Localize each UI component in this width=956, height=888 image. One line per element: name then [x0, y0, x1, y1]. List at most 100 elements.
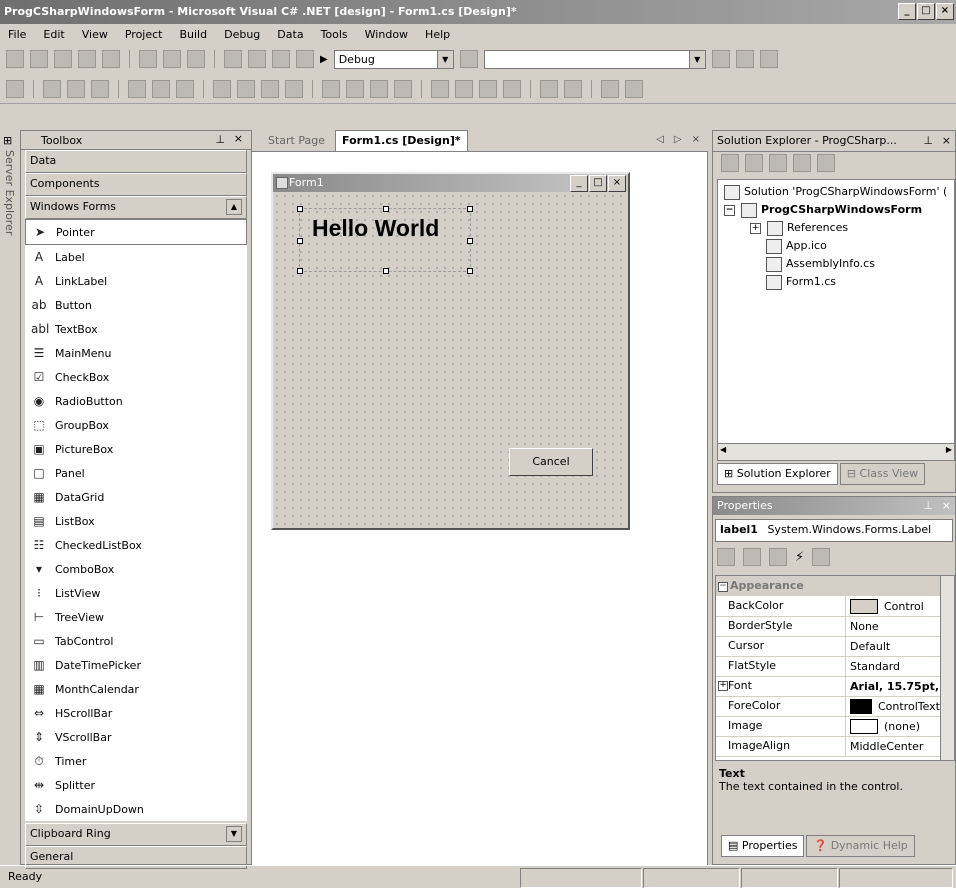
- vertical-scrollbar[interactable]: [940, 576, 954, 760]
- toolbox-item-checkbox[interactable]: ☑ CheckBox: [25, 365, 247, 389]
- find-combo[interactable]: ▼: [483, 49, 706, 69]
- resize-handle[interactable]: [297, 206, 303, 212]
- property-pages-icon[interactable]: [812, 548, 831, 566]
- scroll-up-icon[interactable]: ▲: [226, 199, 242, 215]
- toolbox-item-radiobutton[interactable]: ◉ RadioButton: [25, 389, 247, 413]
- menu-help[interactable]: Help: [425, 28, 450, 41]
- toolbox-tab-components[interactable]: Components: [25, 173, 247, 196]
- menu-window[interactable]: Window: [365, 28, 408, 41]
- align-tops-icon[interactable]: [128, 79, 146, 98]
- find-icon[interactable]: [459, 50, 478, 68]
- tree-item-references[interactable]: + References: [750, 220, 848, 236]
- align-rights-icon[interactable]: [91, 79, 109, 98]
- property-row-imagealign[interactable]: ImageAlign MiddleCenter: [716, 736, 940, 757]
- toolbox-item-groupbox[interactable]: ⬚ GroupBox: [25, 413, 247, 437]
- close-icon[interactable]: ×: [234, 132, 243, 145]
- property-value[interactable]: MiddleCenter: [846, 740, 940, 753]
- close-icon[interactable]: ×: [942, 497, 951, 515]
- resize-handle[interactable]: [383, 206, 389, 212]
- tab-dynamic-help[interactable]: ❓ Dynamic Help: [806, 835, 915, 857]
- align-to-grid-icon[interactable]: [6, 79, 24, 98]
- form1-client-area[interactable]: Hello World Cancel: [273, 192, 628, 528]
- toolbox-item-vscrollbar[interactable]: ⇕ VScrollBar: [25, 725, 247, 749]
- menu-view[interactable]: View: [82, 28, 108, 41]
- properties-icon[interactable]: [817, 154, 835, 172]
- align-bottoms-icon[interactable]: [176, 79, 194, 98]
- increase-h-spacing-icon[interactable]: [346, 79, 364, 98]
- property-category[interactable]: − Appearance: [716, 576, 940, 596]
- tab-solution-explorer[interactable]: ⊞ Solution Explorer: [717, 463, 838, 485]
- toolbox-item-treeview[interactable]: ⊢ TreeView: [25, 605, 247, 629]
- resize-handle[interactable]: [297, 268, 303, 274]
- horizontal-scrollbar[interactable]: ◀ ▶: [717, 443, 955, 461]
- refresh-icon[interactable]: [769, 154, 787, 172]
- align-middles-icon[interactable]: [152, 79, 170, 98]
- save-all-icon[interactable]: [102, 50, 120, 68]
- tree-project[interactable]: − ProgCSharpWindowsForm: [724, 202, 922, 218]
- make-same-size-icon[interactable]: [261, 79, 279, 98]
- chevron-down-icon[interactable]: ▼: [436, 50, 453, 68]
- property-value[interactable]: ControlText: [846, 698, 940, 714]
- toolbox-tab-windows-forms[interactable]: Windows Forms ▲: [25, 196, 247, 219]
- bring-to-front-icon[interactable]: [601, 79, 619, 98]
- alphabetical-icon[interactable]: [743, 548, 761, 566]
- properties-icon[interactable]: [769, 548, 787, 566]
- chevron-down-icon[interactable]: ▼: [688, 50, 705, 68]
- toolbox-item-datagrid[interactable]: ▦ DataGrid: [25, 485, 247, 509]
- paste-icon[interactable]: [187, 50, 205, 68]
- close-button[interactable]: ×: [936, 3, 954, 20]
- remove-h-spacing-icon[interactable]: [394, 79, 412, 98]
- save-icon[interactable]: [78, 50, 96, 68]
- tree-solution[interactable]: Solution 'ProgCSharpWindowsForm' (: [724, 184, 947, 200]
- make-same-width-icon[interactable]: [213, 79, 231, 98]
- events-icon[interactable]: ⚡: [795, 550, 804, 565]
- property-row-image[interactable]: Image (none): [716, 716, 940, 737]
- property-row-forecolor[interactable]: ForeColor ControlText: [716, 696, 940, 717]
- toolbox-tab-clipboard-ring[interactable]: Clipboard Ring ▼: [25, 823, 247, 846]
- decrease-v-spacing-icon[interactable]: [479, 79, 497, 98]
- expand-icon[interactable]: +: [718, 681, 728, 691]
- expand-icon[interactable]: +: [750, 222, 761, 234]
- property-value[interactable]: Standard: [846, 660, 940, 673]
- toolbox-item-checkedlistbox[interactable]: ☷ CheckedListBox: [25, 533, 247, 557]
- view-designer-icon[interactable]: [745, 154, 763, 172]
- resize-handle[interactable]: [467, 206, 473, 212]
- toolbox-item-label[interactable]: A Label: [25, 245, 247, 269]
- toolbox-item-datetimepicker[interactable]: ▥ DateTimePicker: [25, 653, 247, 677]
- cancel-button[interactable]: Cancel: [509, 448, 593, 476]
- close-document-icon[interactable]: ×: [692, 134, 700, 145]
- toolbox-item-mainmenu[interactable]: ☰ MainMenu: [25, 341, 247, 365]
- toolbox-item-tabcontrol[interactable]: ▭ TabControl: [25, 629, 247, 653]
- center-horizontally-icon[interactable]: [540, 79, 558, 98]
- toolbox-item-splitter[interactable]: ⇹ Splitter: [25, 773, 247, 797]
- property-value[interactable]: Control: [846, 598, 940, 614]
- collapse-icon[interactable]: −: [718, 582, 728, 592]
- align-lefts-icon[interactable]: [43, 79, 61, 98]
- increase-v-spacing-icon[interactable]: [455, 79, 473, 98]
- scroll-right-icon[interactable]: ▶: [946, 445, 952, 454]
- send-to-back-icon[interactable]: [625, 79, 643, 98]
- scroll-down-icon[interactable]: ▼: [226, 826, 242, 842]
- resize-handle[interactable]: [467, 238, 473, 244]
- property-value[interactable]: None: [846, 620, 940, 633]
- horizontal-spacing-icon[interactable]: [322, 79, 340, 98]
- property-row-flatstyle[interactable]: FlatStyle Standard: [716, 656, 940, 677]
- tab-start-page[interactable]: Start Page: [262, 131, 331, 151]
- open-file-icon[interactable]: [54, 50, 72, 68]
- toolbox-item-textbox[interactable]: abl TextBox: [25, 317, 247, 341]
- start-icon[interactable]: ▶: [320, 54, 328, 65]
- menu-file[interactable]: File: [8, 28, 26, 41]
- redo-icon[interactable]: [248, 50, 266, 68]
- property-row-cursor[interactable]: Cursor Default: [716, 636, 940, 657]
- add-item-icon[interactable]: [30, 50, 48, 68]
- menu-tools[interactable]: Tools: [321, 28, 348, 41]
- maximize-button[interactable]: □: [917, 3, 935, 20]
- minimize-button[interactable]: _: [898, 3, 916, 20]
- object-selector[interactable]: label1 System.Windows.Forms.Label: [715, 519, 953, 542]
- toolbox-item-button[interactable]: ab Button: [25, 293, 247, 317]
- menu-data[interactable]: Data: [277, 28, 303, 41]
- toolbox-item-pointer[interactable]: ➤ Pointer: [25, 219, 247, 245]
- new-project-icon[interactable]: [6, 50, 24, 68]
- resize-handle[interactable]: [383, 268, 389, 274]
- hello-world-label[interactable]: Hello World: [297, 206, 473, 274]
